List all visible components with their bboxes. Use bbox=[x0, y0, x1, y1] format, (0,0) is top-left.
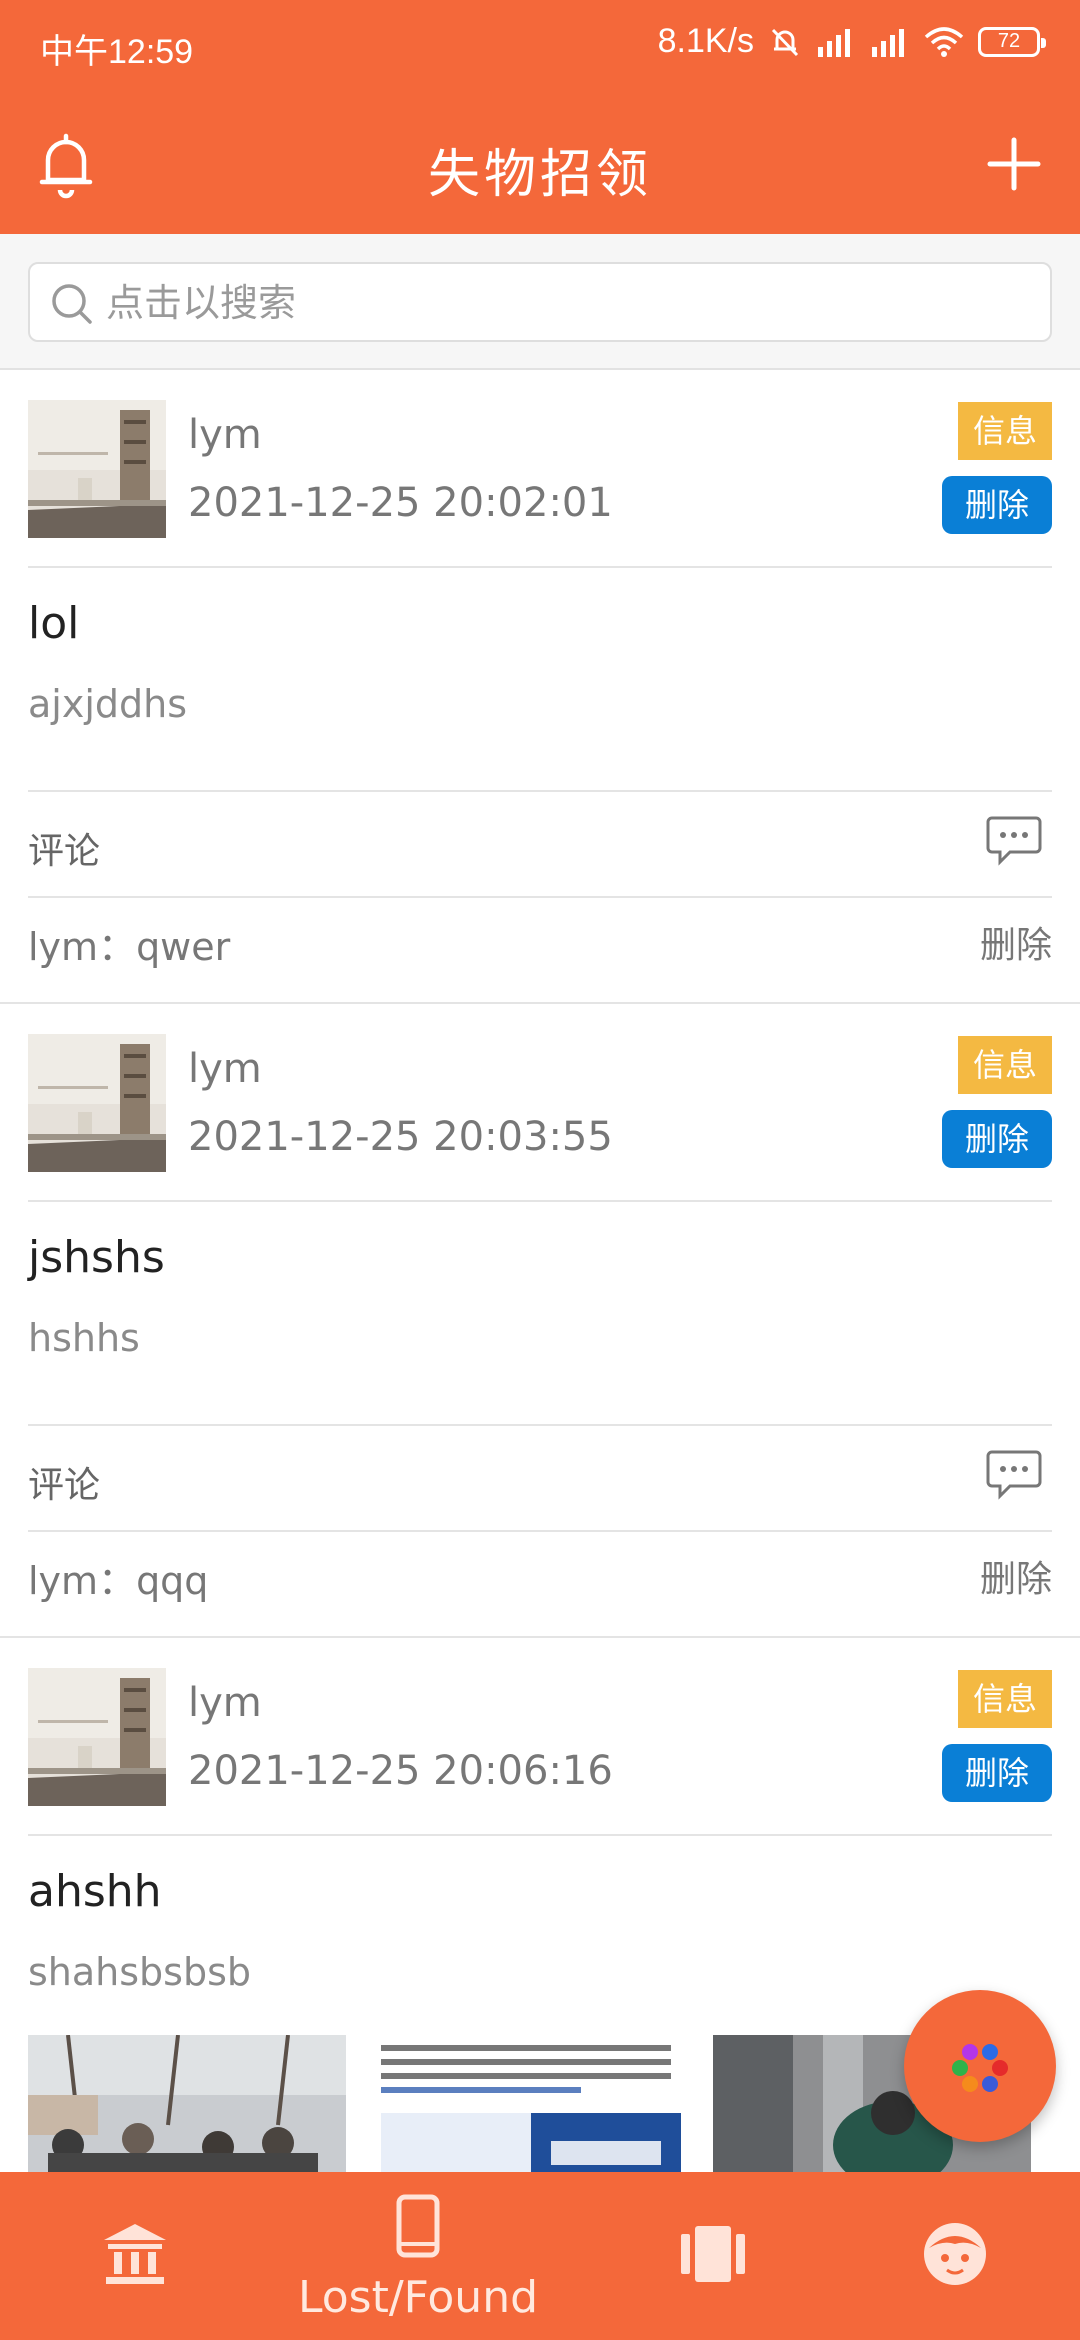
nav-item-carousel[interactable] bbox=[578, 2172, 848, 2340]
search-box[interactable] bbox=[28, 262, 1052, 342]
search-icon bbox=[52, 284, 92, 324]
battery-indicator: 72 bbox=[978, 26, 1046, 57]
title-bar: 失物招领 bbox=[0, 96, 1080, 234]
comment-text: lym：qwer bbox=[28, 925, 231, 969]
gallery-image[interactable] bbox=[381, 2035, 681, 2172]
post-feed[interactable]: lym 2021-12-25 20:02:01 信息 删除 lol ajxjdd… bbox=[0, 370, 1080, 2172]
nav-item-lost-found[interactable]: Lost/Found bbox=[283, 2172, 553, 2340]
divider bbox=[28, 896, 1052, 898]
delete-comment-button[interactable]: 删除 bbox=[980, 916, 1052, 968]
post-timestamp: 2021-12-25 20:02:01 bbox=[188, 480, 613, 526]
divider bbox=[28, 566, 1052, 568]
post-username: lym bbox=[188, 1680, 262, 1726]
wifi-icon bbox=[924, 26, 964, 57]
page-title: 失物招领 bbox=[427, 145, 652, 205]
post-title: jshshs bbox=[28, 1232, 165, 1283]
post-description: shahsbsbsb bbox=[28, 1950, 252, 1994]
comments-label: 评论 bbox=[28, 1465, 101, 1506]
post-username: lym bbox=[188, 412, 262, 458]
info-button[interactable]: 信息 bbox=[958, 1670, 1052, 1728]
nav-item-profile[interactable] bbox=[820, 2172, 1080, 2340]
divider bbox=[28, 1424, 1052, 1426]
nav-item-home[interactable] bbox=[0, 2172, 270, 2340]
post-image-gallery bbox=[28, 2035, 1052, 2172]
post-description: ajxjddhs bbox=[28, 682, 188, 726]
network-speed: 8.1K/s bbox=[657, 22, 754, 60]
post-card: lym 2021-12-25 20:03:55 信息 删除 jshshs hsh… bbox=[0, 1004, 1080, 1638]
post-username: lym bbox=[188, 1046, 262, 1092]
status-time: 中午12:59 bbox=[40, 33, 194, 71]
post-timestamp: 2021-12-25 20:06:16 bbox=[188, 1748, 613, 1794]
delete-comment-button[interactable]: 删除 bbox=[980, 1550, 1052, 1602]
info-button[interactable]: 信息 bbox=[958, 1036, 1052, 1094]
bottom-navigation: Lost/Found bbox=[0, 2172, 1080, 2340]
comment-icon[interactable] bbox=[986, 1448, 1042, 1500]
divider bbox=[28, 1530, 1052, 1532]
divider bbox=[28, 790, 1052, 792]
battery-level: 72 bbox=[997, 30, 1021, 52]
delete-post-button[interactable]: 删除 bbox=[942, 1744, 1052, 1802]
phone-icon bbox=[396, 2194, 440, 2258]
signal-icon bbox=[818, 28, 850, 57]
delete-post-button[interactable]: 删除 bbox=[942, 1110, 1052, 1168]
palette-icon bbox=[952, 2044, 1008, 2092]
status-bar: 中午12:59 8.1K/s 72 bbox=[0, 0, 1080, 96]
divider bbox=[28, 1834, 1052, 1836]
app-header: 中午12:59 8.1K/s 72 失物招领 bbox=[0, 0, 1080, 234]
search-input[interactable] bbox=[104, 274, 1028, 332]
plus-icon[interactable] bbox=[986, 136, 1042, 192]
delete-post-button[interactable]: 删除 bbox=[942, 476, 1052, 534]
bank-icon bbox=[104, 2224, 166, 2284]
floating-action-button[interactable] bbox=[904, 1990, 1056, 2142]
signal-icon-2 bbox=[872, 28, 904, 57]
carousel-icon bbox=[681, 2226, 745, 2282]
gallery-image[interactable] bbox=[28, 2035, 346, 2172]
divider bbox=[28, 1200, 1052, 1202]
post-timestamp: 2021-12-25 20:03:55 bbox=[188, 1114, 613, 1160]
status-icons: 8.1K/s 72 bbox=[657, 22, 1046, 61]
nav-label: Lost/Found bbox=[297, 2272, 539, 2323]
comment-text: lym：qqq bbox=[28, 1559, 209, 1603]
post-thumbnail[interactable] bbox=[28, 400, 166, 538]
mute-bell-icon bbox=[771, 28, 799, 56]
post-description: hshhs bbox=[28, 1316, 140, 1360]
search-bar bbox=[0, 234, 1080, 370]
info-button[interactable]: 信息 bbox=[958, 402, 1052, 460]
post-title: lol bbox=[28, 598, 80, 649]
post-thumbnail[interactable] bbox=[28, 1668, 166, 1806]
post-title: ahshh bbox=[28, 1866, 162, 1917]
comment-icon[interactable] bbox=[986, 814, 1042, 866]
post-card: lym 2021-12-25 20:02:01 信息 删除 lol ajxjdd… bbox=[0, 370, 1080, 1004]
comments-label: 评论 bbox=[28, 831, 101, 872]
post-thumbnail[interactable] bbox=[28, 1034, 166, 1172]
face-icon bbox=[924, 2223, 986, 2285]
